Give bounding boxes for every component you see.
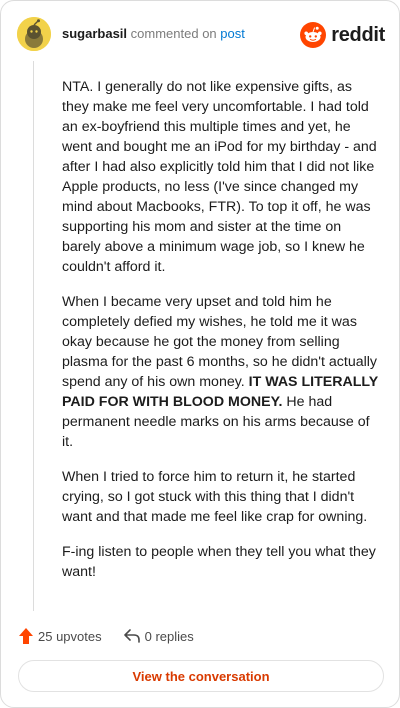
username[interactable]: sugarbasil xyxy=(62,26,127,41)
comment-paragraph: NTA. I generally do not like expensive g… xyxy=(62,79,377,275)
commented-on-text: commented on xyxy=(130,26,217,41)
post-link[interactable]: post xyxy=(220,26,245,41)
reddit-wordmark: reddit xyxy=(331,23,385,46)
reply-arrow-icon xyxy=(123,629,140,643)
thread-line xyxy=(33,61,34,611)
comment-card: sugarbasil commented on post reddit NTA.… xyxy=(0,0,400,708)
comment-meta: sugarbasil commented on post xyxy=(62,26,245,41)
reply-button[interactable]: 0 replies xyxy=(123,628,194,644)
reddit-logo[interactable]: reddit xyxy=(300,21,385,49)
comment-paragraph: When I became very upset and told him he… xyxy=(62,292,378,452)
snoo-avatar-icon[interactable] xyxy=(17,17,51,51)
upvote-arrow-icon xyxy=(19,628,33,644)
reddit-snoo-icon xyxy=(300,22,327,48)
comment-paragraph: When I tried to force him to return it, … xyxy=(62,469,368,525)
comment-body: NTA. I generally do not like expensive g… xyxy=(62,77,378,597)
view-conversation-button[interactable]: View the conversation xyxy=(18,660,384,692)
reply-count: 0 replies xyxy=(144,628,194,644)
comment-actions: 25 upvotes 0 replies xyxy=(19,625,194,647)
upvote-button[interactable]: 25 upvotes xyxy=(19,628,102,644)
comment-paragraph: F-ing listen to people when they tell yo… xyxy=(62,544,376,580)
comment-header: sugarbasil commented on post reddit xyxy=(17,17,385,53)
upvote-count: 25 upvotes xyxy=(38,628,102,644)
